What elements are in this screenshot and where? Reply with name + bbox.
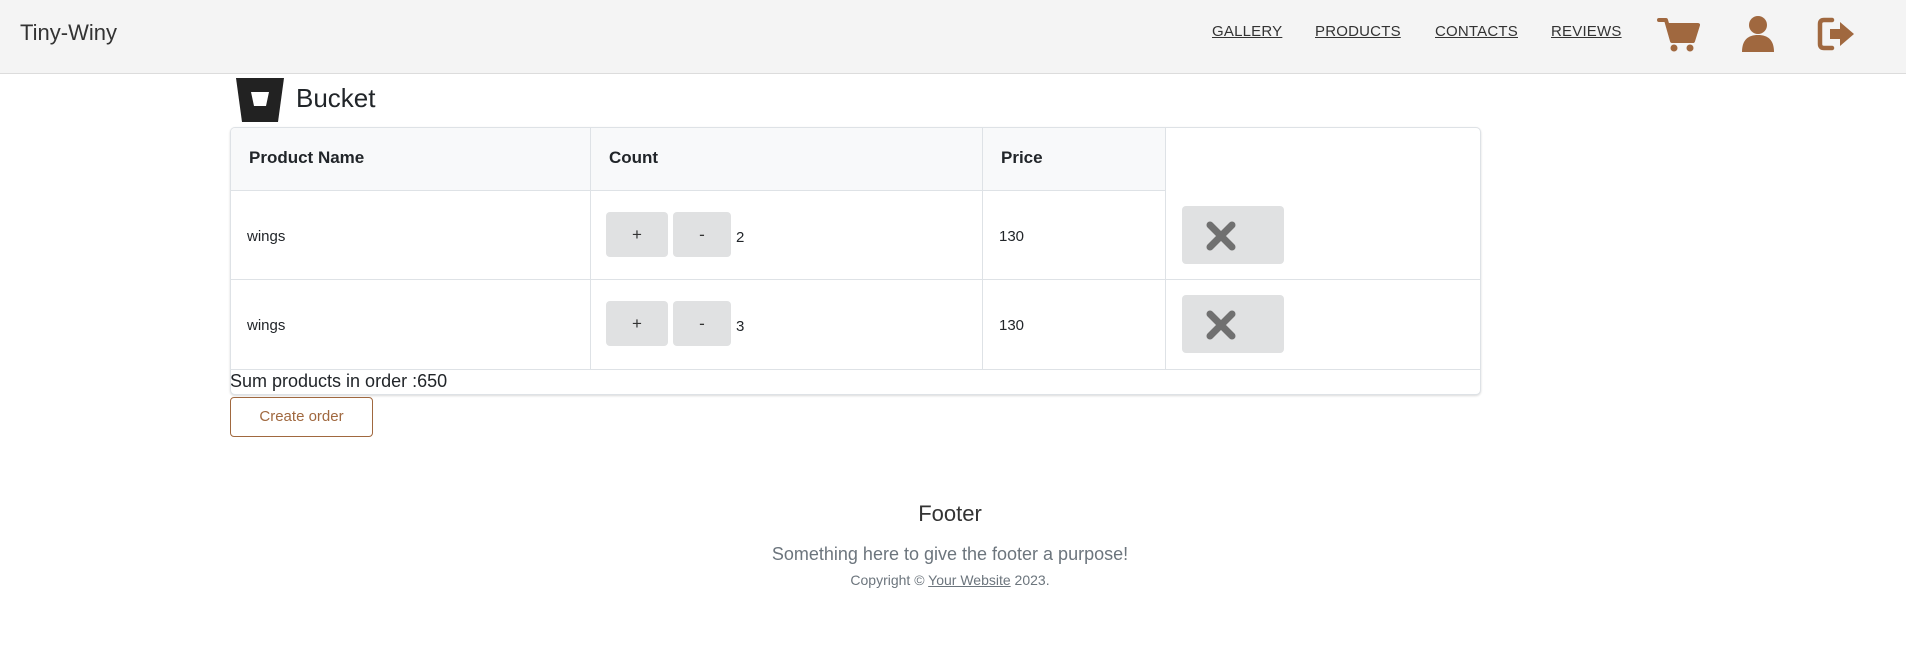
table-cell-name: wings bbox=[231, 191, 591, 280]
price-value: 130 bbox=[999, 317, 1025, 334]
table-cell-count: + - 2 bbox=[591, 191, 983, 280]
increment-button[interactable]: + bbox=[606, 301, 668, 346]
user-icon[interactable] bbox=[1736, 14, 1780, 54]
count-value: 3 bbox=[736, 318, 745, 335]
sign-out-icon[interactable] bbox=[1816, 14, 1860, 54]
count-value: 2 bbox=[736, 229, 745, 246]
close-icon bbox=[1206, 221, 1236, 251]
close-icon bbox=[1206, 310, 1236, 340]
nav-link-contacts[interactable]: CONTACTS bbox=[1435, 23, 1518, 40]
page-title: Bucket bbox=[296, 83, 376, 113]
footer-copyright: Copyright © Your Website 2023. bbox=[0, 572, 1900, 588]
table-cell-count: + - 3 bbox=[591, 280, 983, 370]
brand-link[interactable]: Tiny-Winy bbox=[20, 20, 117, 46]
delete-button[interactable] bbox=[1182, 295, 1284, 353]
table-cell-name: wings bbox=[231, 280, 591, 370]
copyright-suffix: 2023. bbox=[1010, 572, 1050, 588]
footer-text: Something here to give the footer a purp… bbox=[771, 544, 1129, 564]
delete-button[interactable] bbox=[1182, 206, 1284, 264]
table-cell-price: 130 bbox=[983, 280, 1166, 370]
bucket-icon bbox=[234, 76, 286, 124]
decrement-button[interactable]: - bbox=[673, 301, 731, 346]
website-link[interactable]: Your Website bbox=[928, 572, 1011, 588]
bucket-table: Product Name Count Price wings + - 2 130… bbox=[230, 127, 1481, 395]
copyright-prefix: Copyright © bbox=[850, 572, 929, 588]
product-name: wings bbox=[247, 317, 286, 334]
nav-link-reviews[interactable]: REVIEWS bbox=[1551, 23, 1622, 40]
header-price: Price bbox=[983, 128, 1166, 191]
header-count: Count bbox=[591, 128, 983, 191]
order-sum: Sum products in order :650 bbox=[230, 371, 448, 391]
nav-link-products[interactable]: PRODUCTS bbox=[1315, 23, 1401, 40]
cart-icon[interactable] bbox=[1657, 14, 1701, 54]
header-product-name: Product Name bbox=[231, 128, 591, 191]
product-name: wings bbox=[247, 228, 286, 245]
footer-title: Footer bbox=[918, 501, 982, 526]
price-value: 130 bbox=[999, 228, 1025, 245]
table-cell-price: 130 bbox=[983, 191, 1166, 280]
create-order-button[interactable]: Create order bbox=[230, 397, 373, 437]
decrement-button[interactable]: - bbox=[673, 212, 731, 257]
nav-link-gallery[interactable]: GALLERY bbox=[1212, 23, 1282, 40]
navbar: Tiny-Winy GALLERY PRODUCTS CONTACTS REVI… bbox=[0, 0, 1906, 74]
increment-button[interactable]: + bbox=[606, 212, 668, 257]
table-cell-delete bbox=[1166, 191, 1480, 280]
table-cell-delete bbox=[1166, 280, 1480, 370]
